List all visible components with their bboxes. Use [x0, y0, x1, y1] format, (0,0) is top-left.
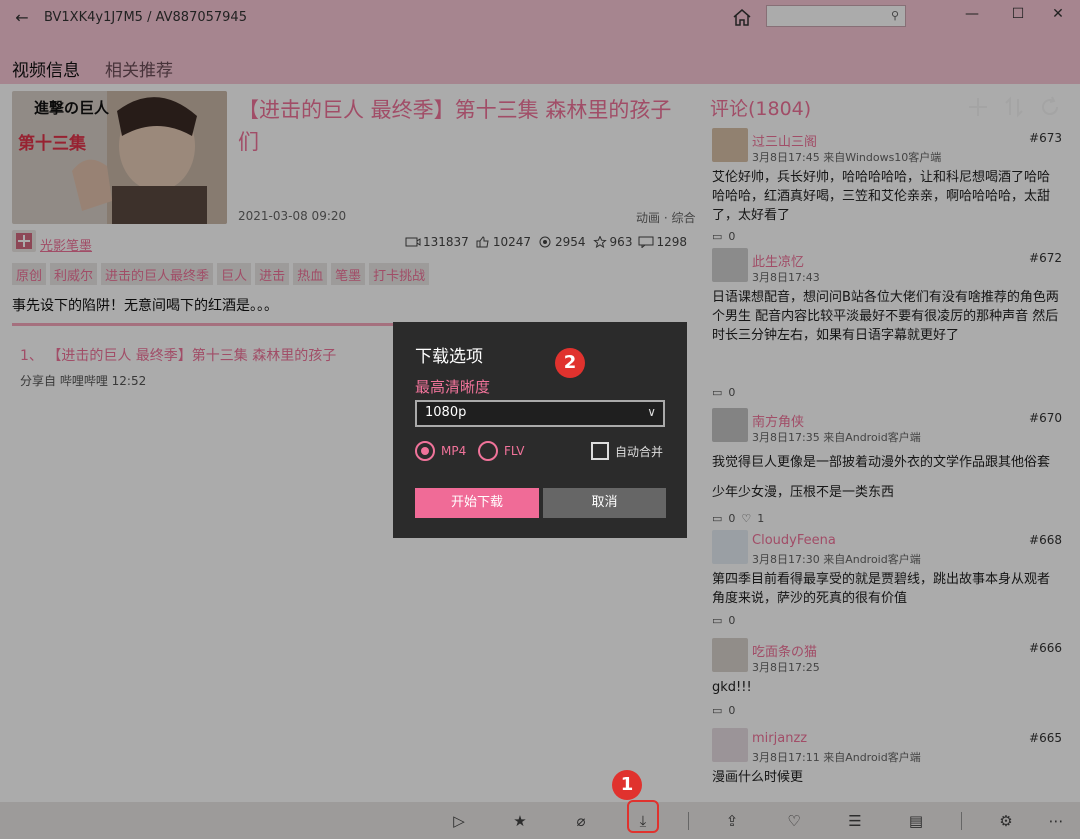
format-flv-radio[interactable]: FLV — [478, 441, 524, 461]
auto-merge-checkbox[interactable]: 自动合并 — [591, 442, 663, 460]
annotation-marker-2: 2 — [555, 348, 585, 378]
annotation-marker-1: 1 — [612, 770, 642, 800]
download-options-dialog: 下载选项 最高清晰度 1080p ∨ MP4 FLV 自动合并 开始下载 取消 — [393, 322, 687, 538]
cancel-button[interactable]: 取消 — [543, 488, 666, 518]
download-highlight-box — [627, 800, 659, 833]
quality-select[interactable]: 1080p ∨ — [415, 400, 665, 427]
checkbox-icon — [591, 442, 609, 460]
start-download-button[interactable]: 开始下载 — [415, 488, 539, 518]
dialog-title: 下载选项 — [415, 347, 483, 367]
radio-unselected-icon — [478, 441, 498, 461]
chevron-down-icon: ∨ — [647, 405, 656, 419]
quality-label: 最高清晰度 — [415, 378, 491, 396]
radio-selected-icon — [415, 441, 435, 461]
format-mp4-radio[interactable]: MP4 — [415, 441, 466, 461]
